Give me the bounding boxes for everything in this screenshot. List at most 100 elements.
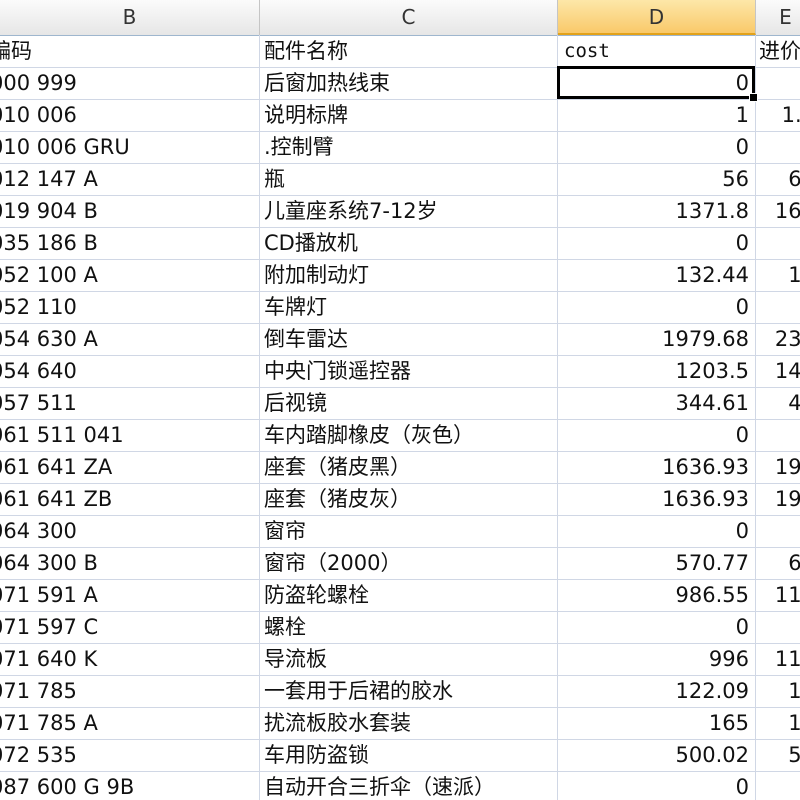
cell-e[interactable]: 160 [756,195,800,227]
cell-d[interactable]: 122.09 [558,675,756,707]
cell-c[interactable]: 座套（猪皮灰） [260,483,558,515]
cell-c[interactable]: .控制臂 [260,131,558,163]
cell-e[interactable]: 15 [756,259,800,291]
cell-d[interactable]: 0 [558,227,756,259]
cell-e[interactable]: 116 [756,643,800,675]
cell-e[interactable]: 115 [756,579,800,611]
cell-e[interactable] [756,515,800,547]
cell-c[interactable]: 窗帘 [260,515,558,547]
cell-c[interactable]: 说明标牌 [260,99,558,131]
cell-c[interactable]: 儿童座系统7-12岁 [260,195,558,227]
cell-d[interactable]: 0 [558,419,756,451]
cell-c[interactable]: 附加制动灯 [260,259,558,291]
cell-b[interactable]: 035 186 B [0,227,260,259]
cell-e[interactable]: 40 [756,387,800,419]
cell-e[interactable] [756,67,800,99]
cell-b[interactable]: 087 600 G 9B [0,771,260,800]
cell-c[interactable]: 中央门锁遥控器 [260,355,558,387]
cell-d[interactable]: 0 [558,771,756,800]
cell-c[interactable]: 防盗轮螺栓 [260,579,558,611]
cell-b[interactable]: 061 511 041 [0,419,260,451]
cell-c[interactable]: 座套（猪皮黑） [260,451,558,483]
cell-d[interactable]: 0 [558,515,756,547]
cell-e[interactable]: 19 [756,707,800,739]
cell-e[interactable] [756,611,800,643]
cell-d[interactable]: 0 [558,611,756,643]
cell-e[interactable]: 1.1 [756,99,800,131]
cell-b[interactable]: 057 511 [0,387,260,419]
cell-c[interactable]: 后视镜 [260,387,558,419]
column-header-d[interactable]: D [558,0,756,35]
cell-b[interactable]: 054 630 A [0,323,260,355]
cell-b[interactable]: 010 006 [0,99,260,131]
header-cell-e[interactable]: 进价 [756,35,800,67]
cell-c[interactable]: CD播放机 [260,227,558,259]
cell-b[interactable]: 010 006 GRU [0,131,260,163]
cell-d[interactable]: 500.02 [558,739,756,771]
cell-b[interactable]: 061 641 ZA [0,451,260,483]
cell-d[interactable]: 56 [558,163,756,195]
cell-b[interactable]: 052 110 [0,291,260,323]
cell-d[interactable]: 0 [558,291,756,323]
header-cell-d[interactable]: cost [558,35,756,67]
cell-d[interactable]: 0 [558,131,756,163]
cell-b[interactable]: 064 300 [0,515,260,547]
cell-d[interactable]: 1636.93 [558,451,756,483]
cell-d[interactable]: 1979.68 [558,323,756,355]
cell-c[interactable]: 一套用于后裙的胶水 [260,675,558,707]
cell-d[interactable]: 1636.93 [558,483,756,515]
cell-b[interactable]: 052 100 A [0,259,260,291]
cell-c[interactable]: 车内踏脚橡皮（灰色） [260,419,558,451]
column-header-c[interactable]: C [260,0,558,35]
cell-b[interactable]: 071 785 [0,675,260,707]
cell-d[interactable]: 570.77 [558,547,756,579]
cell-d[interactable]: 1203.5 [558,355,756,387]
cell-c[interactable]: 自动开合三折伞（速派） [260,771,558,800]
cell-b[interactable]: 071 640 K [0,643,260,675]
cell-e[interactable] [756,291,800,323]
cell-e[interactable] [756,771,800,800]
cell-e[interactable]: 140 [756,355,800,387]
cell-c[interactable]: 瓶 [260,163,558,195]
cell-d[interactable]: 344.61 [558,387,756,419]
cell-b[interactable]: 061 641 ZB [0,483,260,515]
cell-c[interactable]: 导流板 [260,643,558,675]
header-cell-c[interactable]: 配件名称 [260,35,558,67]
cell-d[interactable]: 132.44 [558,259,756,291]
cell-b[interactable]: 019 904 B [0,195,260,227]
cell-e[interactable] [756,419,800,451]
cell-c[interactable]: 后窗加热线束 [260,67,558,99]
cell-c[interactable]: 车用防盗锁 [260,739,558,771]
column-header-b[interactable]: B [0,0,260,35]
cell-b[interactable]: 012 147 A [0,163,260,195]
cell-d[interactable]: 165 [558,707,756,739]
cell-e[interactable] [756,131,800,163]
cell-d[interactable]: 1 [558,99,756,131]
header-cell-b[interactable]: 编码 [0,35,260,67]
cell-e[interactable]: 58 [756,739,800,771]
cell-c[interactable]: 车牌灯 [260,291,558,323]
cell-b[interactable]: 072 535 [0,739,260,771]
cell-c[interactable]: 倒车雷达 [260,323,558,355]
cell-b[interactable]: 054 640 [0,355,260,387]
cell-d[interactable]: 1371.8 [558,195,756,227]
cell-e[interactable]: 65 [756,163,800,195]
cell-d[interactable]: 996 [558,643,756,675]
cell-c[interactable]: 扰流板胶水套装 [260,707,558,739]
cell-e[interactable]: 231 [756,323,800,355]
cell-e[interactable]: 14 [756,675,800,707]
cell-b[interactable]: 000 999 [0,67,260,99]
fill-handle[interactable] [749,93,758,102]
cell-e[interactable]: 191 [756,451,800,483]
cell-e[interactable]: 191 [756,483,800,515]
cell-e[interactable] [756,227,800,259]
cell-e[interactable]: 66 [756,547,800,579]
cell-b[interactable]: 071 785 A [0,707,260,739]
cell-b[interactable]: 064 300 B [0,547,260,579]
cell-c[interactable]: 窗帘（2000） [260,547,558,579]
cell-c[interactable]: 螺栓 [260,611,558,643]
column-header-e[interactable]: E [756,0,800,35]
cell-d[interactable]: 986.55 [558,579,756,611]
cell-b[interactable]: 071 591 A [0,579,260,611]
cell-b[interactable]: 071 597 C [0,611,260,643]
